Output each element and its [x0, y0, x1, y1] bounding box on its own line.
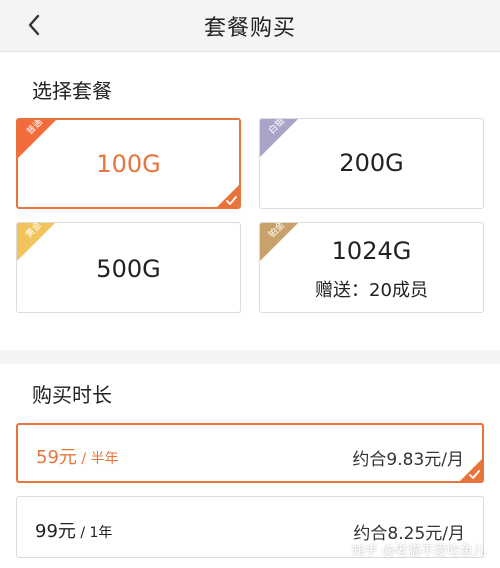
plan-card-1024g[interactable]: 铂金 1024G 赠送：20成员	[259, 222, 484, 313]
duration-monthly-price: 约合9.83元/月	[352, 450, 464, 470]
duration-period: / 半年	[76, 451, 119, 467]
plan-label: 200G	[339, 149, 404, 177]
duration-price-value: 59元	[36, 447, 77, 468]
plan-card-500g[interactable]: 黄金 500G	[16, 222, 241, 313]
page-title: 套餐购买	[203, 16, 296, 41]
plans-section-title: 选择套餐	[32, 79, 112, 103]
duration-section-title: 购买时长	[32, 383, 112, 407]
plan-label: 100G	[96, 150, 161, 178]
duration-period: / 1年	[75, 525, 113, 541]
plan-label: 500G	[96, 255, 161, 283]
watermark: 知乎 @老猫不爱吃鱼儿	[351, 544, 486, 559]
duration-price: 99元 / 1年	[35, 517, 112, 543]
plan-card-200g[interactable]: 白银 200G	[259, 118, 484, 209]
selected-check-icon	[217, 185, 239, 207]
duration-price-value: 99元	[35, 521, 76, 542]
selected-check-icon	[460, 459, 482, 481]
section-divider	[0, 350, 500, 364]
duration-price: 59元 / 半年	[36, 443, 119, 469]
plan-bonus-text: 赠送：20成员	[315, 280, 428, 301]
plan-label: 1024G	[331, 237, 412, 265]
plan-card-100g[interactable]: 普通 100G	[16, 118, 241, 209]
header-bar: 套餐购买	[0, 0, 500, 52]
duration-option-half-year[interactable]: 59元 / 半年 约合9.83元/月	[16, 423, 484, 483]
